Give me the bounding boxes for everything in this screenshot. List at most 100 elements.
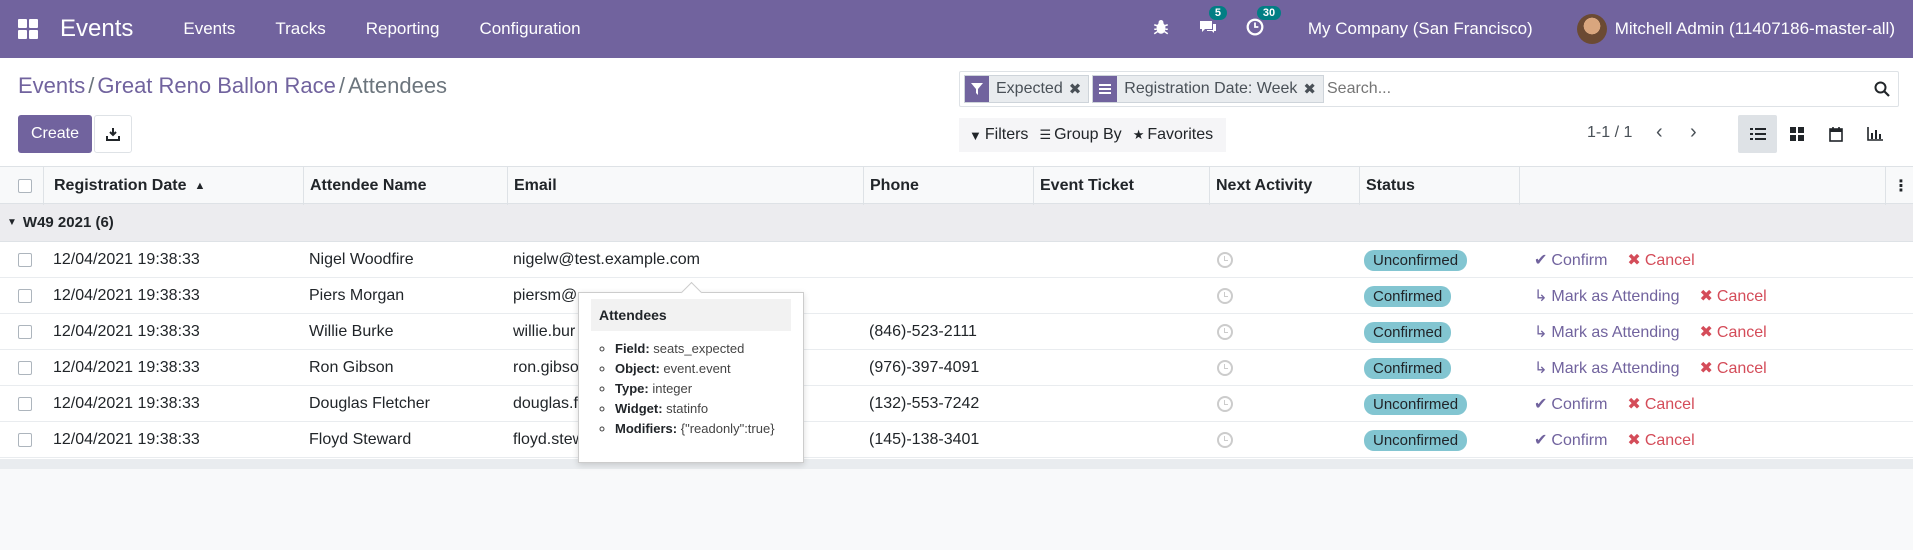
email-cell: nigelw@test.example.com: [513, 251, 700, 268]
tooltip-item: Widget: statinfo: [615, 401, 803, 416]
mark-attending-button[interactable]: ↳ Mark as Attending: [1534, 286, 1679, 306]
status-badge: Unconfirmed: [1364, 393, 1468, 415]
activity-clock-icon[interactable]: [1217, 252, 1233, 268]
row-checkbox[interactable]: [18, 253, 32, 267]
graph-view-icon[interactable]: [1855, 115, 1894, 153]
activity-clock-icon[interactable]: [1217, 396, 1233, 412]
activity-clock-icon[interactable]: 30: [1246, 5, 1282, 41]
status-cell: Unconfirmed: [1364, 422, 1468, 458]
cancel-button[interactable]: ✖ Cancel: [1627, 394, 1694, 414]
debug-bug-icon[interactable]: [1152, 18, 1170, 41]
filters-dropdown[interactable]: ▼ Filters: [969, 126, 1028, 144]
pager-next-icon[interactable]: ›: [1690, 121, 1697, 144]
status-cell: Confirmed: [1364, 278, 1452, 314]
export-button[interactable]: [94, 115, 132, 153]
row-checkbox[interactable]: [18, 433, 32, 447]
breadcrumb-events[interactable]: Events: [18, 73, 85, 98]
email-cell: floyd.stew: [513, 431, 585, 448]
favorites-dropdown[interactable]: ★ Favorites: [1133, 126, 1213, 144]
pager-previous-icon[interactable]: ‹: [1656, 121, 1663, 144]
column-registration-date[interactable]: Registration Date ▲: [48, 167, 304, 205]
status-cell: Unconfirmed: [1364, 242, 1468, 278]
cancel-button[interactable]: ✖ Cancel: [1699, 322, 1766, 342]
breadcrumb-current: Attendees: [347, 73, 448, 98]
row-checkbox[interactable]: [18, 325, 32, 339]
status-cell: Confirmed: [1364, 314, 1452, 350]
next-activity-cell: [1217, 422, 1233, 458]
cancel-button[interactable]: ✖ Cancel: [1627, 430, 1694, 450]
group-row-w49[interactable]: ▼ W49 2021 (6): [0, 204, 1913, 242]
kanban-view-icon[interactable]: [1777, 115, 1816, 153]
attendee-name-cell: Ron Gibson: [309, 359, 394, 376]
breadcrumb-event[interactable]: Great Reno Ballon Race: [97, 73, 335, 98]
cancel-button[interactable]: ✖ Cancel: [1699, 358, 1766, 378]
calendar-view-icon[interactable]: [1816, 115, 1855, 153]
activity-clock-icon[interactable]: [1217, 324, 1233, 340]
group-by-dropdown[interactable]: ☰ Group By: [1039, 126, 1121, 144]
table-row[interactable]: 12/04/2021 19:38:33 Douglas Fletcher dougl…: [0, 386, 1913, 422]
select-all-checkbox[interactable]: [18, 179, 32, 193]
menu-tracks[interactable]: Tracks: [275, 19, 325, 39]
activity-clock-icon[interactable]: [1217, 432, 1233, 448]
table-row[interactable]: 12/04/2021 19:38:33 Piers Morgan piersm@ Co…: [0, 278, 1913, 314]
remove-facet-icon[interactable]: ✖: [1303, 80, 1316, 98]
row-checkbox[interactable]: [18, 289, 32, 303]
app-title[interactable]: Events: [60, 15, 133, 43]
status-badge: Confirmed: [1364, 285, 1452, 307]
column-phone[interactable]: Phone: [864, 167, 1034, 205]
menu-configuration[interactable]: Configuration: [479, 19, 580, 39]
column-event-ticket[interactable]: Event Ticket: [1034, 167, 1210, 205]
activity-clock-icon[interactable]: [1217, 360, 1233, 376]
search-icon[interactable]: [1866, 73, 1898, 105]
column-attendee-name[interactable]: Attendee Name: [304, 167, 508, 205]
table-row[interactable]: 12/04/2021 19:38:33 Nigel Woodfire nigelw@…: [0, 242, 1913, 278]
cancel-button[interactable]: ✖ Cancel: [1627, 250, 1694, 270]
create-button[interactable]: Create: [18, 115, 92, 153]
cancel-button[interactable]: ✖ Cancel: [1699, 286, 1766, 306]
confirm-button[interactable]: ✔ Confirm: [1534, 394, 1607, 414]
table-row[interactable]: 12/04/2021 19:38:33 Floyd Steward floyd.st…: [0, 422, 1913, 458]
group-by-icon: [1093, 76, 1118, 102]
company-switcher[interactable]: My Company (San Francisco): [1308, 19, 1533, 39]
mark-attending-button[interactable]: ↳ Mark as Attending: [1534, 358, 1679, 378]
empty-area: [0, 469, 1913, 550]
confirm-button[interactable]: ✔ Confirm: [1534, 430, 1607, 450]
table-row[interactable]: 12/04/2021 19:38:33 Ron Gibson ron.gibso (9…: [0, 350, 1913, 386]
column-next-activity[interactable]: Next Activity: [1210, 167, 1360, 205]
chat-icon[interactable]: 5: [1198, 5, 1227, 41]
remove-facet-icon[interactable]: ✖: [1069, 80, 1082, 98]
tooltip-title: Attendees: [591, 299, 791, 331]
column-status[interactable]: Status: [1360, 167, 1520, 205]
select-all-checkbox-cell: [0, 167, 44, 205]
column-email[interactable]: Email: [508, 167, 864, 205]
attendee-name-cell: Nigel Woodfire: [309, 251, 414, 268]
registration-date-cell: 12/04/2021 19:38:33: [53, 395, 200, 412]
email-cell: willie.bur: [513, 323, 576, 340]
facet-groupby: Registration Date: Week ✖: [1092, 75, 1324, 103]
confirm-button[interactable]: ✔ Confirm: [1534, 250, 1607, 270]
column-actions: [1520, 167, 1886, 205]
close-icon: ✖: [1627, 396, 1641, 413]
row-checkbox[interactable]: [18, 397, 32, 411]
mark-attending-button[interactable]: ↳ Mark as Attending: [1534, 322, 1679, 342]
apps-menu-icon[interactable]: [18, 19, 38, 39]
user-avatar[interactable]: [1576, 14, 1607, 44]
registration-date-cell: 12/04/2021 19:38:33: [53, 323, 200, 340]
menu-reporting[interactable]: Reporting: [366, 19, 440, 39]
breadcrumb: Events / Great Reno Ballon Race / Attendees: [18, 73, 448, 98]
row-checkbox[interactable]: [18, 361, 32, 375]
activity-clock-icon[interactable]: [1217, 288, 1233, 304]
filter-icon: [965, 76, 989, 102]
actions-cell: ✔ Confirm ✖ Cancel: [1534, 242, 1715, 278]
level-down-icon: ↳: [1534, 324, 1548, 341]
optional-columns-icon[interactable]: ⋮: [1893, 167, 1909, 205]
user-menu[interactable]: Mitchell Admin (11407186-master-all): [1615, 19, 1895, 39]
pager-value[interactable]: 1-1 / 1: [1587, 124, 1632, 142]
menu-events[interactable]: Events: [183, 19, 235, 39]
table-row[interactable]: 12/04/2021 19:38:33 Willie Burke willie.bu…: [0, 314, 1913, 350]
row-checkbox-cell: [18, 350, 32, 386]
search-input[interactable]: [1327, 74, 1866, 104]
row-checkbox-cell: [18, 422, 32, 458]
list-view-icon[interactable]: [1738, 115, 1777, 153]
close-icon: ✖: [1627, 432, 1641, 449]
